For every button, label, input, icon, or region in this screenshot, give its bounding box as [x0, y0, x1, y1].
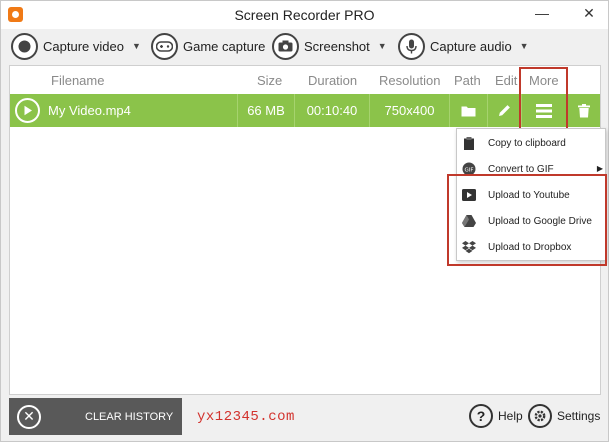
- capture-video-button[interactable]: Capture video ▼: [11, 29, 141, 63]
- table-row[interactable]: My Video.mp4 66 MB 00:10:40 750x400: [10, 94, 600, 127]
- title-bar: Screen Recorder PRO — ✕: [1, 1, 608, 29]
- menu-item-label: Copy to clipboard: [488, 137, 566, 149]
- game-capture-label: Game capture: [183, 38, 266, 54]
- column-header-path: Path: [454, 73, 481, 88]
- help-label: Help: [498, 409, 523, 423]
- row-filename: My Video.mp4: [48, 103, 131, 118]
- more-highlight-box: [519, 67, 568, 131]
- capture-video-label: Capture video: [43, 38, 124, 54]
- close-button[interactable]: ✕: [571, 1, 607, 25]
- watermark-text: yx12345.com: [197, 409, 295, 425]
- table-header: Filename Size Duration Resolution Path E…: [10, 66, 600, 94]
- menu-item-copy-to-clipboard[interactable]: Copy to clipboard: [457, 130, 605, 156]
- clipboard-icon: [462, 136, 476, 150]
- capture-audio-label: Capture audio: [430, 38, 512, 54]
- window-title: Screen Recorder PRO: [234, 7, 375, 23]
- settings-button[interactable]: Settings: [528, 403, 600, 429]
- gear-icon: [528, 404, 552, 428]
- upload-highlight-box: [447, 174, 607, 266]
- close-icon: ✕: [17, 404, 41, 429]
- question-mark-icon: ?: [469, 404, 493, 428]
- record-icon: [11, 32, 38, 60]
- gamepad-icon: [151, 32, 178, 60]
- settings-label: Settings: [557, 409, 601, 423]
- microphone-icon: [398, 32, 425, 60]
- game-capture-button[interactable]: Game capture: [151, 29, 265, 63]
- column-header-edit: Edit: [495, 73, 518, 88]
- minimize-button[interactable]: —: [528, 1, 556, 25]
- help-button[interactable]: ? Help: [469, 403, 523, 429]
- row-size: 66 MB: [247, 103, 285, 118]
- submenu-arrow-icon: ▶: [596, 164, 603, 173]
- clear-history-label: CLEAR HISTORY: [85, 410, 174, 423]
- pencil-icon[interactable]: [488, 94, 521, 127]
- chevron-down-icon[interactable]: ▼: [378, 41, 387, 51]
- column-header-duration[interactable]: Duration: [308, 73, 357, 88]
- row-resolution: 750x400: [384, 103, 435, 118]
- column-header-resolution[interactable]: Resolution: [379, 73, 440, 88]
- camera-icon: [272, 32, 299, 60]
- folder-icon[interactable]: [450, 94, 487, 127]
- row-duration: 00:10:40: [306, 103, 358, 118]
- screenshot-label: Screenshot: [304, 38, 370, 54]
- clear-history-button[interactable]: ✕ CLEAR HISTORY: [9, 398, 182, 435]
- play-icon[interactable]: [15, 98, 40, 123]
- menu-item-label: Convert to GIF: [488, 163, 554, 175]
- trash-icon[interactable]: [567, 94, 600, 127]
- capture-audio-button[interactable]: Capture audio ▼: [398, 29, 529, 63]
- screenshot-button[interactable]: Screenshot ▼: [272, 29, 387, 63]
- toolbar: Capture video ▼ Game capture Screenshot …: [1, 29, 608, 63]
- chevron-down-icon[interactable]: ▼: [520, 41, 529, 51]
- chevron-down-icon[interactable]: ▼: [132, 41, 141, 51]
- svg-text:GIF: GIF: [464, 167, 473, 173]
- column-header-filename[interactable]: Filename: [51, 73, 104, 88]
- app-window: Screen Recorder PRO — ✕ Capture video ▼ …: [0, 0, 609, 442]
- column-header-size[interactable]: Size: [257, 73, 282, 88]
